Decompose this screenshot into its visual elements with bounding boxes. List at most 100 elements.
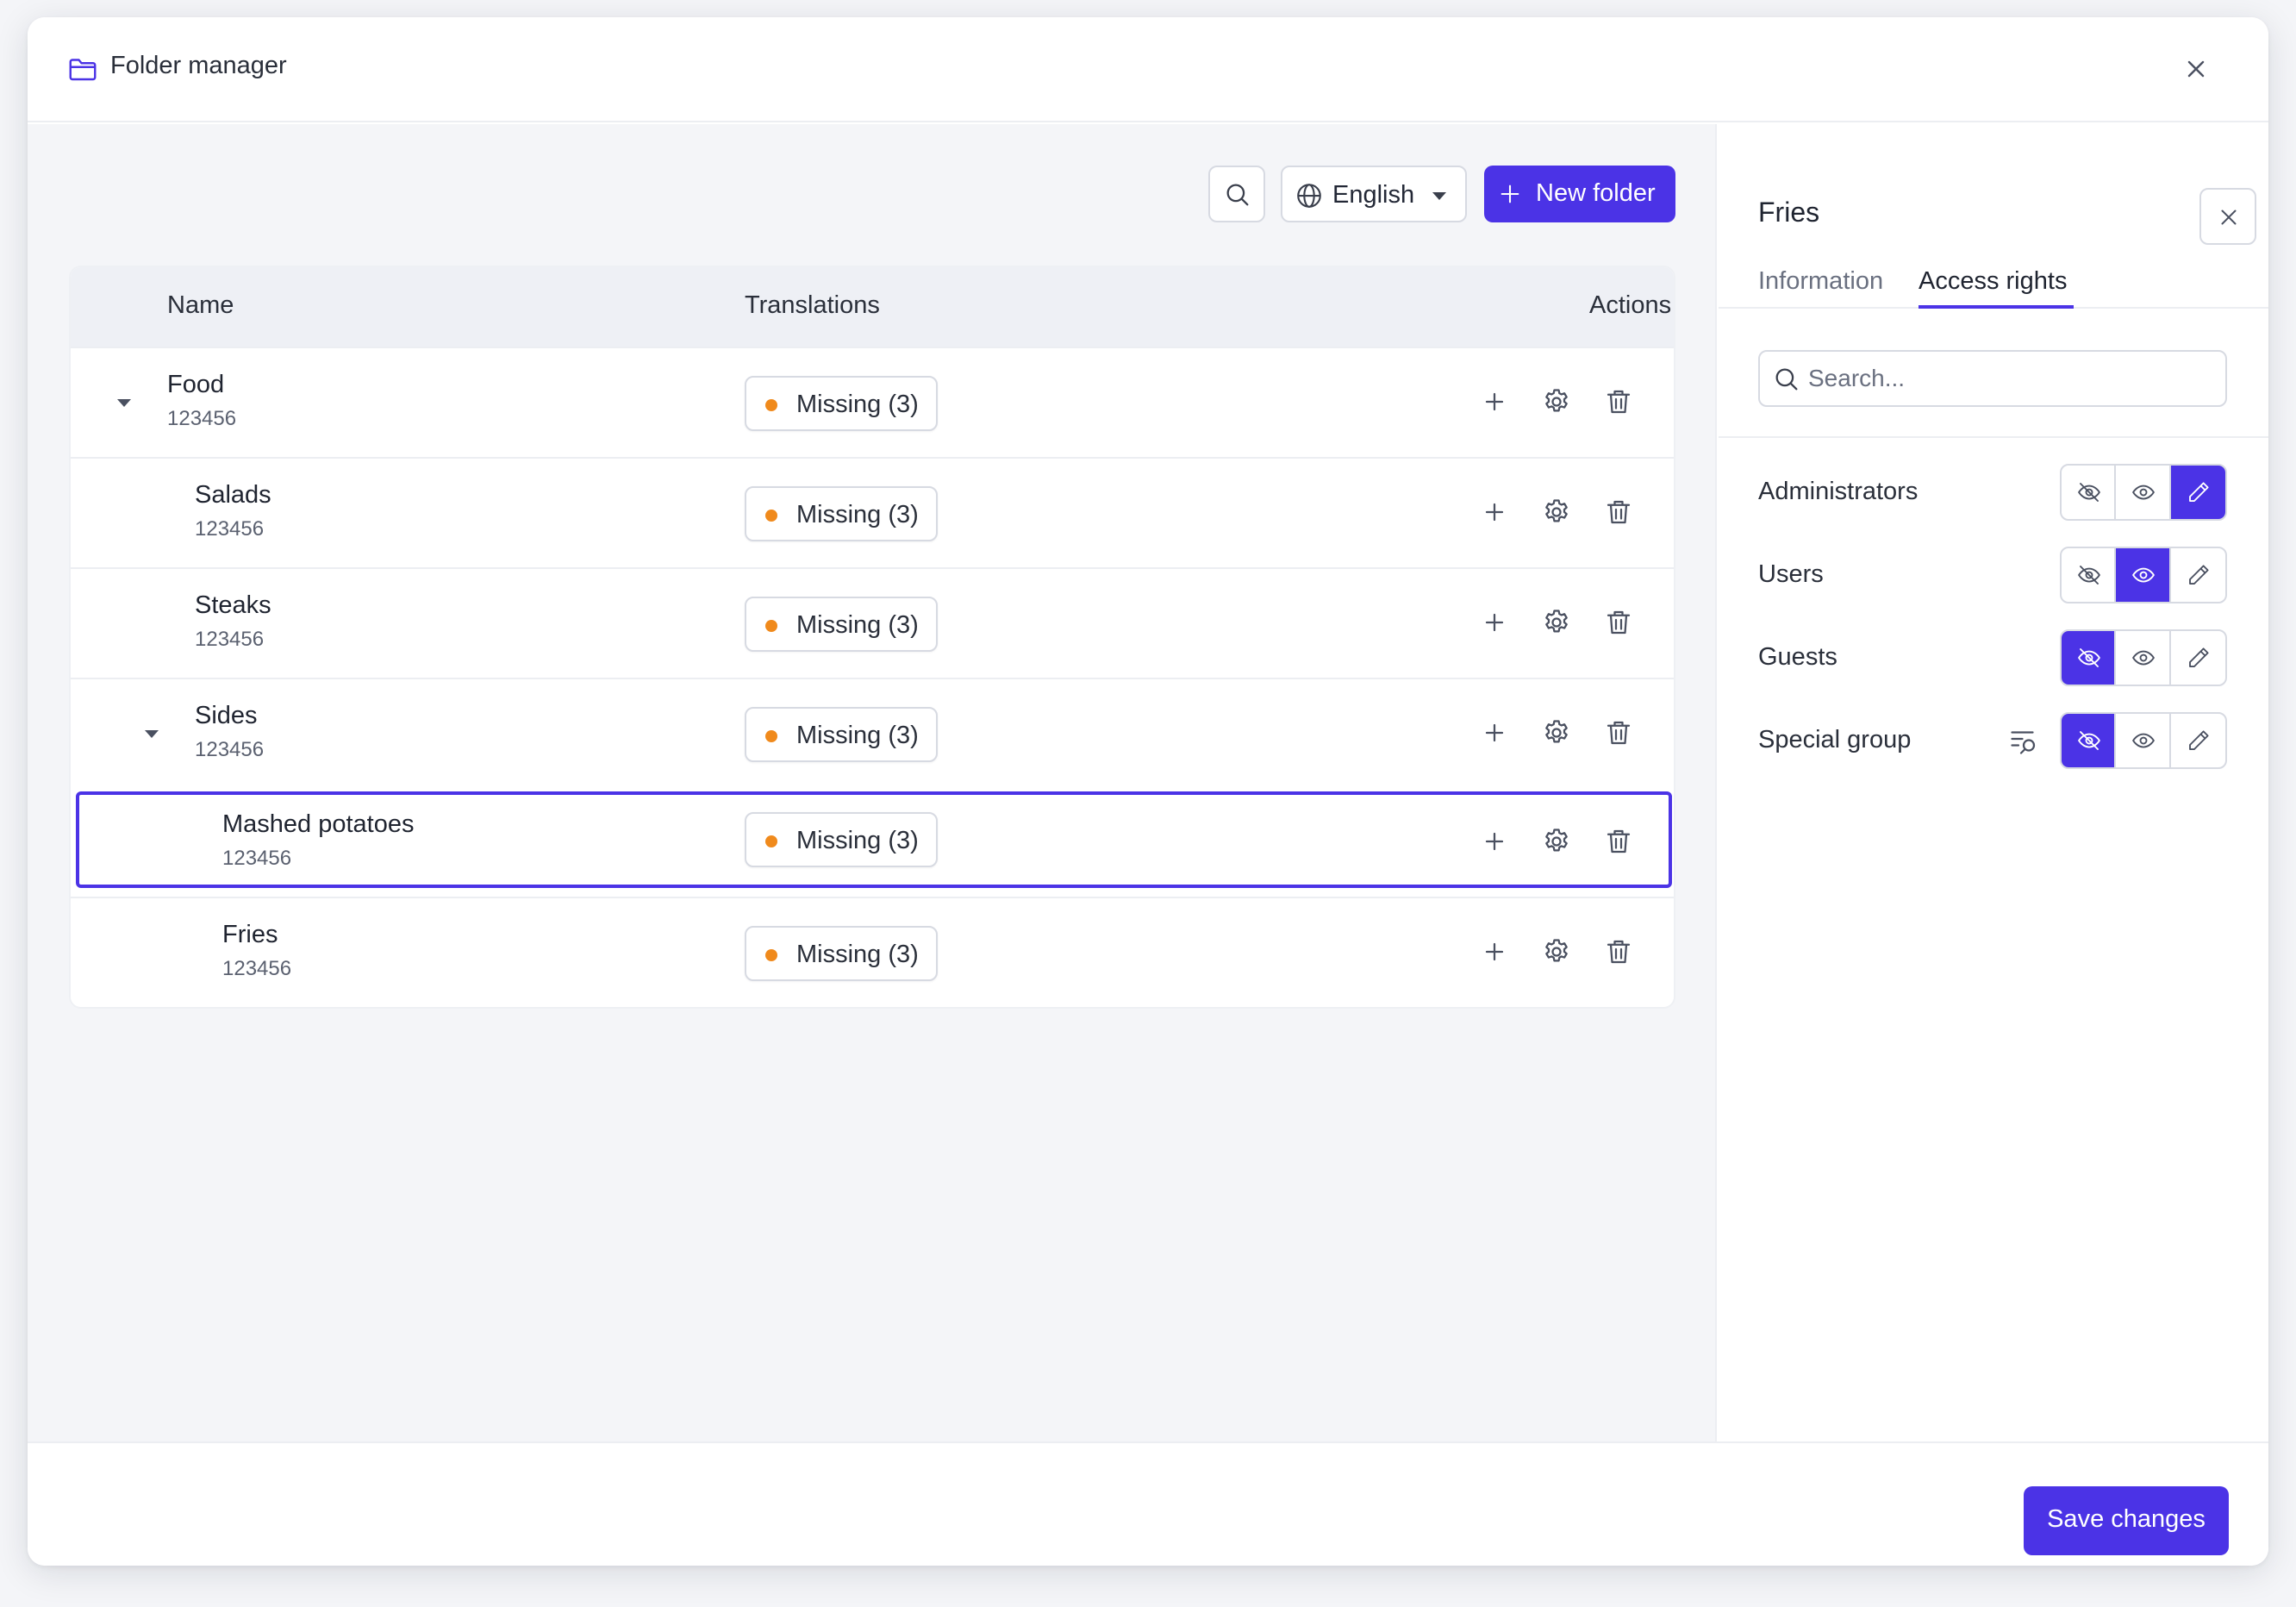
trash-icon[interactable] (1603, 607, 1634, 638)
edit-option[interactable] (2171, 631, 2225, 685)
trash-icon[interactable] (1603, 717, 1634, 748)
trash-icon[interactable] (1603, 826, 1634, 857)
access-row-administrators: Administrators (1758, 464, 2229, 521)
pencil-icon (2188, 647, 2209, 667)
translation-status: Missing (3) (796, 501, 919, 528)
table-row[interactable]: Food 123456 Missing (3) (71, 347, 1674, 457)
add-icon[interactable] (1479, 936, 1510, 967)
eye-icon (2132, 567, 2156, 583)
group-label: Administrators (1758, 478, 1919, 505)
gear-icon[interactable] (1541, 386, 1572, 417)
folder-id: 123456 (195, 738, 265, 761)
edit-option[interactable] (2171, 714, 2225, 767)
folder-name: Fries (222, 921, 278, 948)
folder-id: 123456 (195, 628, 265, 651)
search-icon (1775, 368, 1798, 391)
add-icon[interactable] (1479, 607, 1510, 638)
table-row[interactable]: Fries 123456 Missing (3) (71, 897, 1674, 1007)
access-row-special-group: Special group (1758, 712, 2229, 769)
status-dot (765, 620, 777, 632)
table-row[interactable]: Steaks 123456 Missing (3) (71, 567, 1674, 678)
table-header: Name Translations Actions (71, 267, 1674, 347)
group-search-input[interactable] (1808, 359, 2213, 398)
table-row[interactable]: Salads 123456 Missing (3) (71, 457, 1674, 567)
status-dot (765, 510, 777, 522)
translation-status-badge: Missing (3) (745, 597, 938, 652)
hidden-option[interactable] (2062, 714, 2117, 767)
search-icon (1226, 184, 1249, 206)
trash-icon[interactable] (1603, 497, 1634, 528)
status-dot (765, 835, 777, 847)
view-option[interactable] (2116, 548, 2171, 602)
access-level-toggle (2060, 547, 2227, 603)
folder-name: Sides (195, 702, 258, 729)
gear-icon[interactable] (1541, 826, 1572, 857)
access-level-toggle (2060, 629, 2227, 686)
gear-icon[interactable] (1541, 936, 1572, 967)
access-row-users: Users (1758, 547, 2229, 603)
gear-icon[interactable] (1541, 497, 1572, 528)
chevron-down-icon[interactable] (115, 397, 133, 409)
add-icon[interactable] (1479, 826, 1510, 857)
new-folder-button[interactable]: New folder (1484, 166, 1675, 222)
table-row[interactable]: Sides 123456 Missing (3) (71, 678, 1674, 788)
folder-manager-dialog: Folder manager English New folder Name T… (28, 17, 2268, 1566)
pencil-icon (2188, 482, 2209, 502)
trash-icon[interactable] (1603, 936, 1634, 967)
translation-status: Missing (3) (796, 611, 919, 639)
eye-off-icon (2078, 566, 2100, 585)
translation-status: Missing (3) (796, 722, 919, 749)
view-option[interactable] (2116, 466, 2171, 519)
trash-icon[interactable] (1603, 386, 1634, 417)
hidden-option[interactable] (2062, 548, 2117, 602)
status-dot (765, 730, 777, 742)
panel-tabs: Information Access rights (1719, 245, 2268, 309)
translation-status-badge: Missing (3) (745, 486, 938, 541)
search-button[interactable] (1208, 166, 1265, 222)
view-option[interactable] (2116, 631, 2171, 685)
tab-access-rights[interactable]: Access rights (1919, 267, 2067, 296)
save-changes-button[interactable]: Save changes (2024, 1486, 2229, 1555)
chevron-down-icon[interactable] (143, 728, 160, 740)
panel-title: Fries (1758, 197, 1820, 228)
details-panel: Fries Information Access rights Administ… (1719, 124, 2268, 1441)
view-option[interactable] (2116, 714, 2171, 767)
add-icon[interactable] (1479, 497, 1510, 528)
folder-id: 123456 (222, 847, 292, 870)
translation-status: Missing (3) (796, 827, 919, 854)
folder-table: Name Translations Actions Food 123456 Mi… (69, 266, 1675, 1009)
status-dot (765, 399, 777, 411)
eye-icon (2132, 650, 2156, 666)
hidden-option[interactable] (2062, 631, 2117, 685)
panel-close-button[interactable] (2199, 188, 2256, 245)
language-label: English (1332, 181, 1415, 209)
pencil-icon (2188, 730, 2209, 750)
translation-status: Missing (3) (796, 391, 919, 418)
eye-off-icon (2078, 648, 2100, 667)
close-icon[interactable] (2182, 55, 2210, 83)
filter-search-icon[interactable] (2008, 726, 2039, 757)
language-select[interactable]: English (1281, 166, 1467, 222)
hidden-option[interactable] (2062, 466, 2117, 519)
column-header-name: Name (167, 291, 234, 319)
dialog-header: Folder manager (28, 17, 2268, 122)
gear-icon[interactable] (1541, 607, 1572, 638)
gear-icon[interactable] (1541, 717, 1572, 748)
add-icon[interactable] (1479, 386, 1510, 417)
add-icon[interactable] (1479, 717, 1510, 748)
table-row-selected[interactable]: Mashed potatoes 123456 Missing (3) (76, 791, 1672, 888)
translation-status-badge: Missing (3) (745, 812, 938, 867)
translation-status-badge: Missing (3) (745, 376, 938, 431)
status-dot (765, 949, 777, 961)
tab-information[interactable]: Information (1758, 267, 1883, 296)
access-level-toggle (2060, 712, 2227, 769)
column-header-actions: Actions (1589, 291, 1672, 319)
globe-icon (1297, 184, 1321, 208)
group-search-box (1758, 350, 2227, 407)
translation-status-badge: Missing (3) (745, 707, 938, 762)
edit-option[interactable] (2171, 548, 2225, 602)
dialog-footer (28, 1441, 2268, 1566)
group-label: Special group (1758, 726, 1912, 753)
eye-off-icon (2078, 731, 2100, 750)
edit-option[interactable] (2170, 466, 2225, 519)
